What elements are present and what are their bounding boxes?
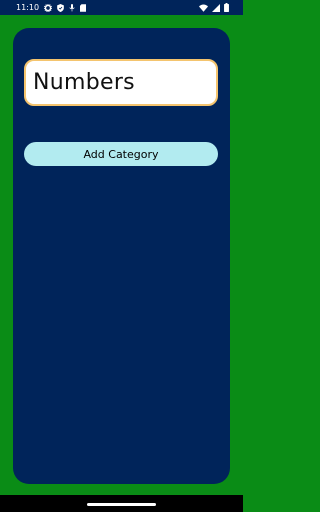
status-bar: 11:10 bbox=[0, 0, 243, 15]
category-card: Numbers Add Category bbox=[13, 28, 230, 484]
battery-icon bbox=[224, 3, 229, 12]
category-name-input[interactable]: Numbers bbox=[24, 59, 218, 106]
mic-icon bbox=[69, 3, 75, 12]
status-right bbox=[199, 3, 229, 12]
home-handle[interactable] bbox=[87, 503, 156, 506]
cell-signal-icon bbox=[212, 3, 220, 12]
category-name-value: Numbers bbox=[33, 70, 135, 95]
wifi-icon bbox=[199, 4, 208, 12]
navigation-bar bbox=[0, 495, 243, 512]
settings-icon bbox=[44, 3, 53, 12]
status-left: 11:10 bbox=[16, 3, 87, 12]
add-category-button[interactable]: Add Category bbox=[24, 142, 218, 166]
add-category-label: Add Category bbox=[83, 147, 159, 161]
shield-icon bbox=[57, 3, 64, 12]
status-time: 11:10 bbox=[16, 3, 40, 12]
sd-card-icon bbox=[80, 3, 87, 12]
